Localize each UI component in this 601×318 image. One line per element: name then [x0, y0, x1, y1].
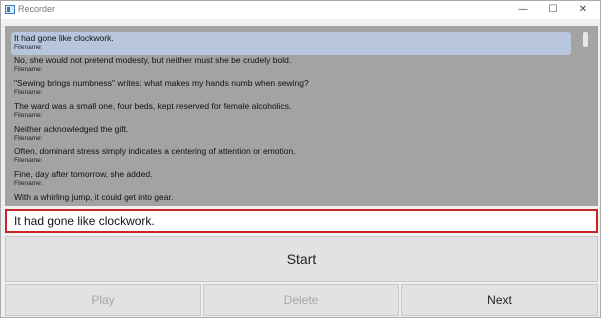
start-button[interactable]: Start — [5, 236, 598, 282]
list-item-filename: Filename: — [14, 66, 43, 73]
list-scrollbar[interactable] — [583, 32, 588, 47]
window-title: Recorder — [18, 4, 56, 14]
list-item-text: Fine, day after tomorrow, she added. — [14, 169, 153, 179]
list-item[interactable]: The ward was a small one, four beds, kep… — [11, 100, 571, 123]
list-item[interactable]: Fine, day after tomorrow, she added. Fil… — [11, 168, 571, 191]
title-bar: Recorder — ☐ ✕ — [1, 1, 600, 19]
list-item-filename: Filename: — [14, 135, 43, 142]
list-item-text: "Sewing brings numbness" writes: what ma… — [14, 78, 309, 88]
delete-button[interactable]: Delete — [203, 284, 399, 316]
minimize-button[interactable]: — — [508, 1, 538, 19]
list-item-text: It had gone like clockwork. — [14, 33, 114, 43]
list-item-filename: Filename: — [14, 157, 43, 164]
list-item-filename: Filename: — [14, 89, 43, 96]
list-item[interactable]: "Sewing brings numbness" writes: what ma… — [11, 77, 571, 100]
maximize-button[interactable]: ☐ — [538, 1, 568, 19]
list-item[interactable]: Often, dominant stress simply indicates … — [11, 145, 571, 168]
next-button[interactable]: Next — [401, 284, 598, 316]
app-icon — [5, 5, 15, 14]
list-item-text: Often, dominant stress simply indicates … — [14, 146, 296, 156]
list-item-filename: Filename: — [14, 112, 43, 119]
list-item[interactable]: Neither acknowledged the gift. Filename: — [11, 123, 571, 146]
close-button[interactable]: ✕ — [568, 1, 598, 19]
list-item[interactable]: It had gone like clockwork. Filename: — [11, 32, 571, 55]
list-item-text: No, she would not pretend modesty, but n… — [14, 55, 292, 65]
list-item-text: Neither acknowledged the gift. — [14, 124, 129, 134]
sentence-input[interactable] — [5, 209, 598, 233]
play-button[interactable]: Play — [5, 284, 201, 316]
recorder-window: Recorder — ☐ ✕ It had gone like clockwor… — [0, 0, 601, 318]
list-item[interactable]: With a whirling jump, it could get into … — [11, 191, 571, 206]
list-item[interactable]: No, she would not pretend modesty, but n… — [11, 54, 571, 77]
sentence-list[interactable]: It had gone like clockwork. Filename: No… — [5, 26, 598, 206]
list-item-text: With a whirling jump, it could get into … — [14, 192, 174, 202]
list-item-text: The ward was a small one, four beds, kep… — [14, 101, 292, 111]
list-item-filename: Filename: — [14, 180, 43, 187]
list-item-filename: Filename: — [14, 44, 43, 51]
